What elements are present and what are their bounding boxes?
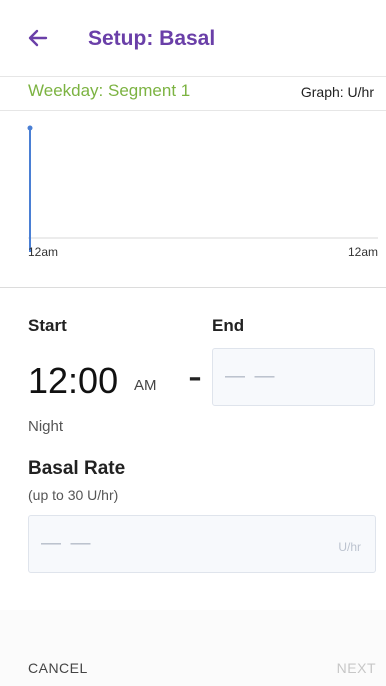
start-time-value: 12:00 [28,360,119,401]
graph-unit-label: Graph: U/hr [300,84,374,100]
next-button[interactable]: NEXT [337,660,376,676]
basal-rate-unit: U/hr [338,540,361,554]
app-header: Setup: Basal [0,0,386,77]
segment-label: Weekday: Segment 1 [28,81,191,100]
graph-canvas [27,125,378,252]
graph-x-start-label: 12am [28,245,59,259]
end-time-field[interactable]: — — [212,348,375,406]
footer-bar: CANCEL NEXT [0,610,386,686]
section-divider [0,287,386,288]
start-ampm: AM [134,377,157,394]
start-label: Start [28,316,67,335]
graph-x-end-label: 12am [347,245,378,259]
time-separator: - [188,352,202,399]
graph-start-point [27,125,33,131]
end-time-placeholder: — — [225,365,277,387]
basal-rate-label: Basal Rate [28,458,126,479]
page-title: Setup: Basal [88,27,216,50]
basal-rate-field[interactable]: — — U/hr [28,515,376,573]
basal-rate-limit: (up to 30 U/hr) [28,487,119,503]
basal-graph: 12am 12am [0,110,386,265]
basal-rate-placeholder: — — [41,532,93,554]
segment-bar: Weekday: Segment 1 Graph: U/hr [0,76,386,111]
arrow-left-icon[interactable] [26,26,50,50]
end-label: End [212,316,245,335]
period-label: Night [28,418,64,435]
cancel-button[interactable]: CANCEL [28,660,88,676]
